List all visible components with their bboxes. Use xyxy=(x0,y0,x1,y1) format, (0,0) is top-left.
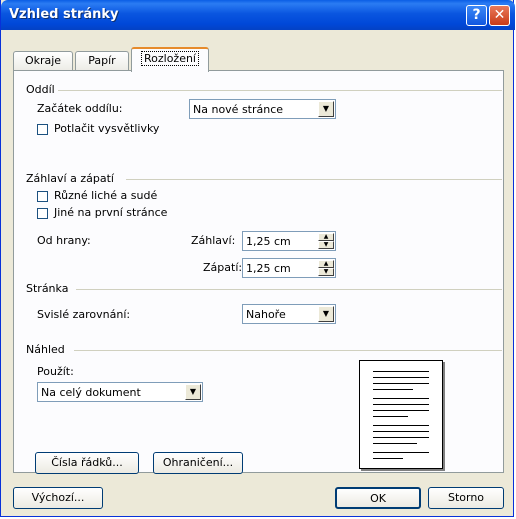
preview-line xyxy=(373,431,429,432)
spin-up-icon[interactable]: ▲ xyxy=(318,233,334,241)
section-page-title: Stránka xyxy=(26,282,69,295)
borders-button[interactable]: Ohraničení... xyxy=(153,452,243,474)
separator xyxy=(126,179,502,180)
chevron-down-icon[interactable]: ▼ xyxy=(185,384,201,400)
preview-line xyxy=(373,383,429,384)
preview-line xyxy=(373,443,417,444)
header-distance-label: Záhlaví: xyxy=(191,234,236,247)
section-start-value: Na nové stránce xyxy=(193,103,284,116)
section-header-title: Záhlaví a zápatí xyxy=(26,172,114,185)
apply-to-select[interactable]: Na celý dokument ▼ xyxy=(37,382,203,402)
preview-line xyxy=(373,452,429,453)
apply-to-value: Na celý dokument xyxy=(41,386,141,399)
default-button[interactable]: Výchozí... xyxy=(13,487,103,509)
spin-up-icon[interactable]: ▲ xyxy=(318,260,334,268)
tab-papir[interactable]: Papír xyxy=(75,51,129,71)
footer-distance-label: Zápatí: xyxy=(203,261,243,274)
suppress-endnotes-checkbox[interactable] xyxy=(37,124,48,135)
odd-even-label: Různé liché a sudé xyxy=(54,189,158,202)
close-icon[interactable]: ✕ xyxy=(489,5,510,26)
chevron-down-icon[interactable]: ▼ xyxy=(318,306,334,322)
preview-line xyxy=(373,416,408,417)
odd-even-checkbox[interactable] xyxy=(37,191,48,202)
section-oddil-title: Oddíl xyxy=(26,83,55,96)
help-icon[interactable]: ? xyxy=(466,5,487,26)
preview-line xyxy=(373,371,429,372)
separator xyxy=(58,90,502,91)
preview-line xyxy=(373,437,429,438)
header-distance-stepper[interactable]: 1,25 cm ▲ ▼ xyxy=(242,231,336,251)
section-start-select[interactable]: Na nové stránce ▼ xyxy=(189,99,336,119)
line-numbers-button[interactable]: Čísla řádků... xyxy=(35,452,139,474)
preview-line xyxy=(373,377,429,378)
preview-line xyxy=(373,425,429,426)
from-edge-label: Od hrany: xyxy=(37,234,91,247)
separator xyxy=(74,350,502,351)
ok-button[interactable]: OK xyxy=(335,487,421,509)
preview-line xyxy=(373,389,413,390)
preview-line xyxy=(373,410,429,411)
vertical-alignment-select[interactable]: Nahoře ▼ xyxy=(242,304,336,324)
header-distance-value: 1,25 cm xyxy=(246,235,291,248)
separator xyxy=(76,289,502,290)
footer-distance-stepper[interactable]: 1,25 cm ▲ ▼ xyxy=(242,258,336,278)
tab-okraje[interactable]: Okraje xyxy=(13,51,73,71)
preview-line xyxy=(373,398,429,399)
tab-panel: Oddíl Začátek oddílu: Na nové stránce ▼ … xyxy=(13,70,504,474)
preview-line xyxy=(373,458,403,459)
title-bar: Vzhled stránky ? ✕ xyxy=(1,0,515,30)
preview-line xyxy=(373,404,429,405)
chevron-down-icon[interactable]: ▼ xyxy=(318,101,334,117)
first-page-checkbox[interactable] xyxy=(37,208,48,219)
vertical-alignment-label: Svislé zarovnání: xyxy=(37,308,131,321)
page-preview xyxy=(359,360,443,469)
first-page-label: Jiné na první stránce xyxy=(54,206,168,219)
spin-down-icon[interactable]: ▼ xyxy=(318,268,334,276)
cancel-button[interactable]: Storno xyxy=(428,487,504,509)
window-title: Vzhled stránky xyxy=(9,7,119,22)
tab-papir-label: Papír xyxy=(88,54,116,67)
tab-okraje-label: Okraje xyxy=(24,54,62,67)
tab-rozlozeni[interactable]: Rozložení xyxy=(131,47,209,72)
tab-rozlozeni-label: Rozložení xyxy=(140,51,199,66)
suppress-endnotes-label: Potlačit vysvětlivky xyxy=(54,122,160,135)
spin-down-icon[interactable]: ▼ xyxy=(318,241,334,249)
vertical-alignment-value: Nahoře xyxy=(246,308,286,321)
section-start-label: Začátek oddílu: xyxy=(37,102,123,115)
section-preview-title: Náhled xyxy=(26,343,65,356)
apply-to-label: Použít: xyxy=(37,365,74,378)
footer-distance-value: 1,25 cm xyxy=(246,262,291,275)
page-setup-dialog: Vzhled stránky ? ✕ Okraje Papír Rozložen… xyxy=(0,0,515,517)
